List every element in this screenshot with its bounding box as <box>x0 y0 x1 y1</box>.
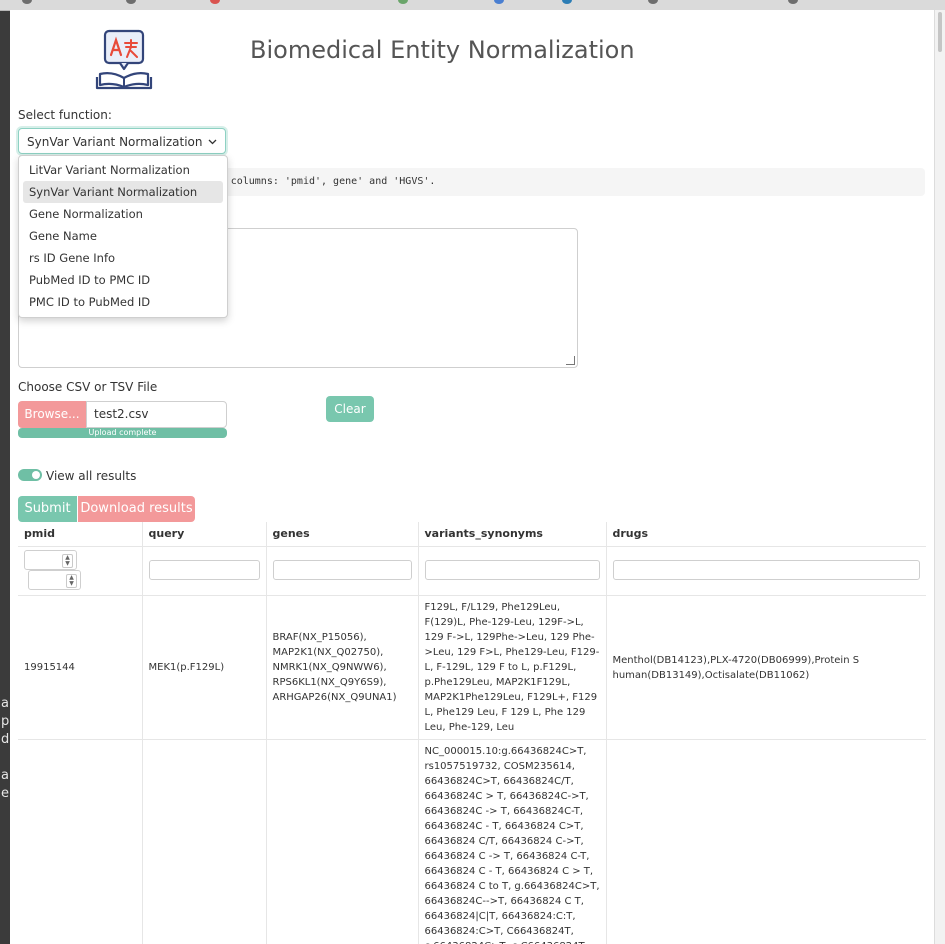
browse-button[interactable]: Browse... <box>18 401 86 428</box>
spinner-icon[interactable]: ▲ ▼ <box>62 554 73 568</box>
submit-button[interactable]: Submit <box>18 496 77 522</box>
clear-button[interactable]: Clear <box>326 396 374 422</box>
cell-genes <box>265 739 418 944</box>
browser-tab-icon[interactable] <box>22 0 32 4</box>
page-title: Biomedical Entity Normalization <box>250 36 635 64</box>
download-results-button[interactable]: Download results <box>78 496 195 522</box>
browser-tab-icon[interactable] <box>494 0 504 4</box>
pmid-min-filter[interactable]: ▲ ▼ <box>24 550 77 570</box>
function-dropdown-menu: LitVar Variant Normalization SynVar Vari… <box>18 155 228 318</box>
view-all-label: View all results <box>46 469 137 483</box>
browser-tab-icon[interactable] <box>126 0 136 4</box>
pmid-max-filter[interactable]: ▲ ▼ <box>28 570 81 590</box>
cell-pmid <box>18 739 142 944</box>
column-header-variants-synonyms[interactable]: variants_synonyms <box>417 522 606 547</box>
option-synvar[interactable]: SynVar Variant Normalization <box>23 181 223 203</box>
spinner-icon[interactable]: ▲ ▼ <box>66 574 77 588</box>
resize-handle-icon[interactable] <box>566 356 575 365</box>
table-header-row: pmid query genes variants_synonyms drugs <box>18 522 926 547</box>
column-header-genes[interactable]: genes <box>265 522 418 547</box>
cell-variants-synonyms: F129L, F/L129, Phe129Leu, F(129)L, Phe-1… <box>417 595 606 740</box>
option-gene-normalization[interactable]: Gene Normalization <box>23 203 223 225</box>
browser-tab-icon[interactable] <box>648 0 658 4</box>
translate-book-logo-icon <box>95 29 153 90</box>
cell-query <box>141 739 266 944</box>
column-header-drugs[interactable]: drugs <box>605 522 926 547</box>
file-upload-label: Choose CSV or TSV File <box>18 380 158 394</box>
cell-variants-synonyms: NC_000015.10:g.66436824C>T, rs1057519732… <box>417 739 606 944</box>
scrollbar-thumb[interactable] <box>938 12 942 52</box>
background-text: e <box>1 786 9 801</box>
browser-tab-icon[interactable] <box>398 0 408 4</box>
option-pmc-to-pubmed[interactable]: PMC ID to PubMed ID <box>23 291 223 313</box>
column-header-query[interactable]: query <box>141 522 266 547</box>
upload-progress-bar: Upload complete <box>18 428 227 438</box>
table-row[interactable]: 19915144 MEK1(p.F129L) BRAF(NX_P15056), … <box>18 595 926 740</box>
drugs-filter-input[interactable] <box>612 560 920 580</box>
option-rsid-gene-info[interactable]: rs ID Gene Info <box>23 247 223 269</box>
background-text: a <box>1 696 9 711</box>
page-scrollbar[interactable] <box>934 10 945 944</box>
browser-tab-icon[interactable] <box>210 0 220 4</box>
file-name-field[interactable]: test2.csv <box>86 401 227 428</box>
table-row[interactable]: NC_000015.10:g.66436824C>T, rs1057519732… <box>18 739 926 944</box>
query-filter-input[interactable] <box>148 560 260 580</box>
cell-genes: BRAF(NX_P15056), MAP2K1(NX_Q02750), NMRK… <box>265 595 418 740</box>
option-pubmed-to-pmc[interactable]: PubMed ID to PMC ID <box>23 269 223 291</box>
background-text: d <box>1 732 10 747</box>
option-litvar[interactable]: LitVar Variant Normalization <box>23 159 223 181</box>
view-all-toggle[interactable] <box>18 469 42 481</box>
browser-tab-icon[interactable] <box>562 0 572 4</box>
function-select-value: SynVar Variant Normalization <box>27 135 203 149</box>
cell-drugs: Menthol(DB14123),PLX-4720(DB06999),Prote… <box>605 595 926 740</box>
function-select[interactable]: SynVar Variant Normalization <box>18 128 226 154</box>
variants-filter-input[interactable] <box>424 560 600 580</box>
column-header-pmid[interactable]: pmid <box>18 522 142 547</box>
filter-row: ▲ ▼ ▲ ▼ <box>18 546 926 596</box>
results-table: pmid query genes variants_synonyms drugs… <box>18 522 926 944</box>
option-gene-name[interactable]: Gene Name <box>23 225 223 247</box>
background-text: a <box>1 768 9 783</box>
cell-drugs <box>605 739 926 944</box>
background-text: p <box>1 714 10 729</box>
genes-filter-input[interactable] <box>272 560 412 580</box>
app-page: Biomedical Entity Normalization Select f… <box>10 10 934 944</box>
cell-query: MEK1(p.F129L) <box>141 595 266 740</box>
browser-tab-icon[interactable] <box>788 0 798 4</box>
toggle-knob <box>32 471 40 479</box>
select-function-label: Select function: <box>18 108 112 122</box>
cell-pmid: 19915144 <box>18 595 142 740</box>
